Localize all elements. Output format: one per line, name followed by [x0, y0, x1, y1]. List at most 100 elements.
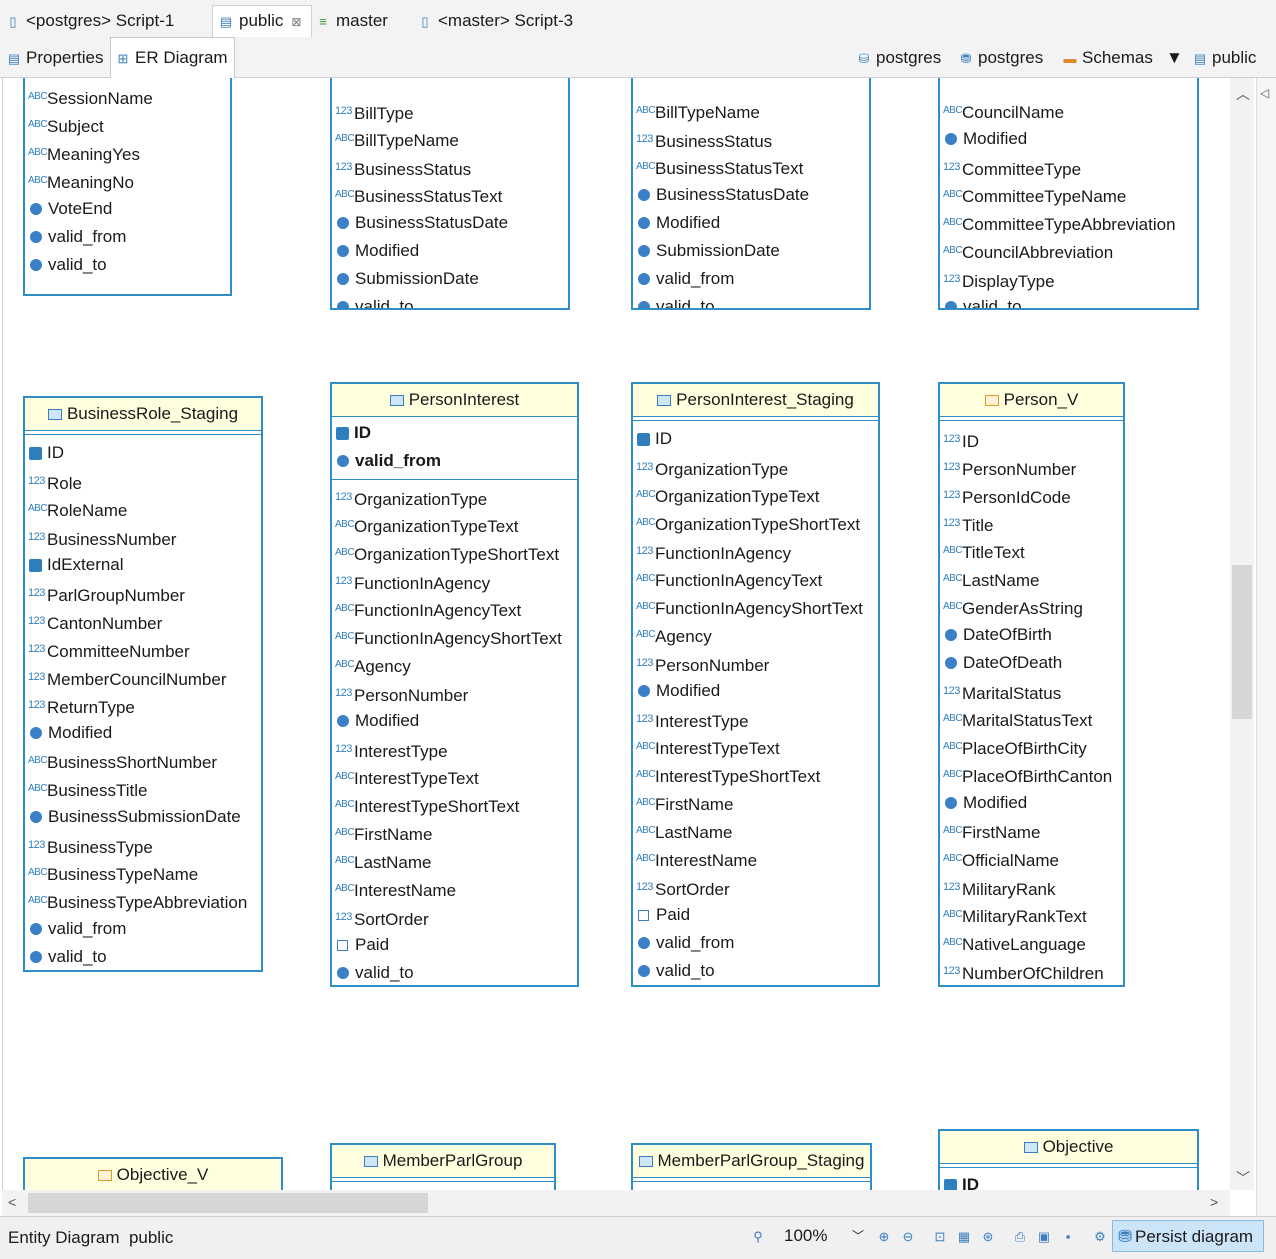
- column-row[interactable]: 123 OrganizationType: [332, 483, 577, 511]
- column-row[interactable]: ABCTitleText: [940, 537, 1123, 565]
- tab-properties[interactable]: ▤ Properties: [6, 42, 104, 74]
- search-icon[interactable]: ⚲: [750, 1229, 766, 1245]
- column-row[interactable]: 123 InterestType: [633, 705, 878, 733]
- column-row[interactable]: 123 MemberCouncilNumber: [25, 663, 261, 691]
- zoom-in-icon[interactable]: ⊕: [876, 1229, 892, 1245]
- column-row[interactable]: SubmissionDate: [633, 237, 869, 265]
- entity-person-v[interactable]: Person_V 123 ID 123 PersonNumber 123 PersonId…: [938, 382, 1125, 987]
- tab-script-3[interactable]: ▯ <master> Script-3: [418, 6, 573, 36]
- column-row[interactable]: ABCAgency: [633, 621, 878, 649]
- tab-script-1[interactable]: ▯ <postgres> Script-1: [6, 6, 174, 36]
- column-row[interactable]: valid_from: [25, 223, 230, 251]
- column-row[interactable]: ABCInterestTypeText: [332, 763, 577, 791]
- column-row[interactable]: Modified: [25, 719, 261, 747]
- column-row[interactable]: 123 InterestType: [332, 735, 577, 763]
- column-row[interactable]: ABCInterestTypeText: [633, 733, 878, 761]
- er-diagram-canvas[interactable]: 123IdSessionABCSessionNameABCSubjectABCM…: [2, 78, 1231, 1190]
- column-row[interactable]: 123 BusinessStatus: [633, 125, 869, 153]
- entity-businessrole-staging[interactable]: BusinessRole_Staging ID 123 Role ABCRoleNam…: [23, 396, 263, 972]
- column-row[interactable]: ABCMaritalStatusText: [940, 705, 1123, 733]
- column-row[interactable]: BusinessStatusDate: [332, 209, 568, 237]
- column-row[interactable]: 123 MilitaryRank: [940, 873, 1123, 901]
- column-row[interactable]: ABCFunctionInAgencyText: [633, 565, 878, 593]
- column-row[interactable]: 123ID: [940, 425, 1123, 453]
- column-row[interactable]: ABCOfficialName: [940, 845, 1123, 873]
- column-row[interactable]: ABCOrganizationTypeText: [332, 511, 577, 539]
- column-row[interactable]: ABCPlaceOfBirthCanton: [940, 761, 1123, 789]
- column-row[interactable]: ABCBusinessStatusText: [332, 181, 568, 209]
- column-row[interactable]: ABCBusinessShortNumber: [25, 747, 261, 775]
- column-row[interactable]: 123 ReturnType: [25, 691, 261, 719]
- column-row[interactable]: 123 PersonNumber: [633, 649, 878, 677]
- horizontal-scroll-thumb[interactable]: [28, 1193, 428, 1213]
- column-row[interactable]: 123 NumberOfChildren: [940, 957, 1123, 985]
- column-row[interactable]: ABCPlaceOfBirthCity: [940, 733, 1123, 761]
- entity-table[interactable]: 123 BillType ABCBillTypeName 123 BusinessSta…: [330, 78, 570, 310]
- column-row[interactable]: ABCBillTypeName: [332, 125, 568, 153]
- column-row[interactable]: 123 DisplayType: [940, 265, 1197, 293]
- persist-diagram-button[interactable]: ⛃ Persist diagram: [1112, 1220, 1264, 1252]
- column-row[interactable]: 123 FunctionInAgency: [633, 537, 878, 565]
- entity-table[interactable]: 123IdSessionABCSessionNameABCSubjectABCM…: [23, 78, 232, 296]
- breadcrumb-schema[interactable]: ▤ public: [1192, 45, 1257, 71]
- entity-personinterest[interactable]: PersonInterest ID valid_from 123 Organizat…: [330, 382, 579, 987]
- column-row[interactable]: ABCCommitteeTypeAbbreviation: [940, 209, 1197, 237]
- column-row[interactable]: ABCBillTypeName: [633, 97, 869, 125]
- vertical-scroll-thumb[interactable]: [1232, 565, 1252, 719]
- column-row[interactable]: ABCAgency: [332, 651, 577, 679]
- column-row[interactable]: 123 SortOrder: [332, 903, 577, 931]
- entity-memberparlgroup[interactable]: MemberParlGroup 123ID: [330, 1143, 556, 1190]
- column-row[interactable]: 123 CommitteeNumber: [25, 635, 261, 663]
- column-row[interactable]: 123 CantonNumber: [25, 607, 261, 635]
- column-row[interactable]: DateOfBirth: [940, 621, 1123, 649]
- column-row[interactable]: valid_to: [25, 943, 261, 970]
- column-row[interactable]: ABCCouncilAbbreviation: [940, 237, 1197, 265]
- column-row[interactable]: ID: [332, 419, 577, 447]
- column-row[interactable]: ID: [633, 425, 878, 453]
- column-row[interactable]: ABCRoleName: [25, 495, 261, 523]
- column-row[interactable]: 123 ParlGroupNumber: [25, 579, 261, 607]
- column-row[interactable]: 123 PersonNumber: [332, 679, 577, 707]
- print-icon[interactable]: ⎙: [1012, 1229, 1028, 1245]
- column-row[interactable]: valid_to: [940, 293, 1197, 308]
- column-row[interactable]: ABCFirstName: [332, 819, 577, 847]
- column-row[interactable]: valid_to: [332, 959, 577, 985]
- column-row[interactable]: ABCFunctionInAgencyShortText: [633, 593, 878, 621]
- grid-icon[interactable]: ▦: [956, 1229, 972, 1245]
- column-row[interactable]: ABCMeaningYes: [25, 139, 230, 167]
- column-row[interactable]: 123 CommitteeType: [940, 153, 1197, 181]
- column-row[interactable]: ABCBusinessTypeName: [25, 859, 261, 887]
- column-row[interactable]: ABCMeaningNo: [25, 167, 230, 195]
- entity-personinterest-staging[interactable]: PersonInterest_Staging ID 123 Organization…: [631, 382, 880, 987]
- column-row[interactable]: Modified: [332, 237, 568, 265]
- column-row[interactable]: Modified: [940, 125, 1197, 153]
- column-row[interactable]: ABCGenderAsString: [940, 593, 1123, 621]
- column-row[interactable]: valid_to: [25, 251, 230, 279]
- column-row[interactable]: Modified: [633, 209, 869, 237]
- column-row[interactable]: ABCInterestName: [332, 875, 577, 903]
- column-row[interactable]: ABCBusinessStatusText: [633, 153, 869, 181]
- column-row[interactable]: ABCSessionName: [25, 83, 230, 111]
- scroll-right-icon[interactable]: >: [1210, 1194, 1218, 1210]
- settings-icon[interactable]: ⚙: [1092, 1229, 1108, 1245]
- tab-public[interactable]: ▤ public ⊠: [212, 5, 313, 38]
- column-row[interactable]: 123 Title: [940, 509, 1123, 537]
- column-row[interactable]: ABCInterestTypeShortText: [332, 791, 577, 819]
- entity-table[interactable]: ABCBillTypeName 123 BusinessStatus ABCBusin…: [631, 78, 871, 310]
- column-row[interactable]: BusinessSubmissionDate: [25, 803, 261, 831]
- entity-objective-v[interactable]: Objective_V: [23, 1157, 283, 1190]
- scroll-up-icon[interactable]: ︿: [1236, 84, 1250, 104]
- arrange-icon[interactable]: ⊛: [980, 1229, 996, 1245]
- collapse-left-icon[interactable]: ◁: [1260, 86, 1269, 100]
- entity-memberparlgroup-staging[interactable]: MemberParlGroup_Staging: [631, 1143, 872, 1190]
- tab-master[interactable]: ≡ master: [316, 6, 388, 36]
- breadcrumb-connection[interactable]: ⛁ postgres: [856, 45, 942, 71]
- column-row[interactable]: 123 BillType: [332, 97, 568, 125]
- column-row[interactable]: Modified: [940, 789, 1123, 817]
- close-icon[interactable]: ⊠: [291, 15, 301, 29]
- column-row[interactable]: SubmissionDate: [332, 265, 568, 293]
- column-row[interactable]: ABCInterestTypeShortText: [633, 761, 878, 789]
- scroll-left-icon[interactable]: <: [8, 1194, 16, 1210]
- export-image-icon[interactable]: ▣: [1036, 1229, 1052, 1245]
- column-row[interactable]: valid_from: [25, 915, 261, 943]
